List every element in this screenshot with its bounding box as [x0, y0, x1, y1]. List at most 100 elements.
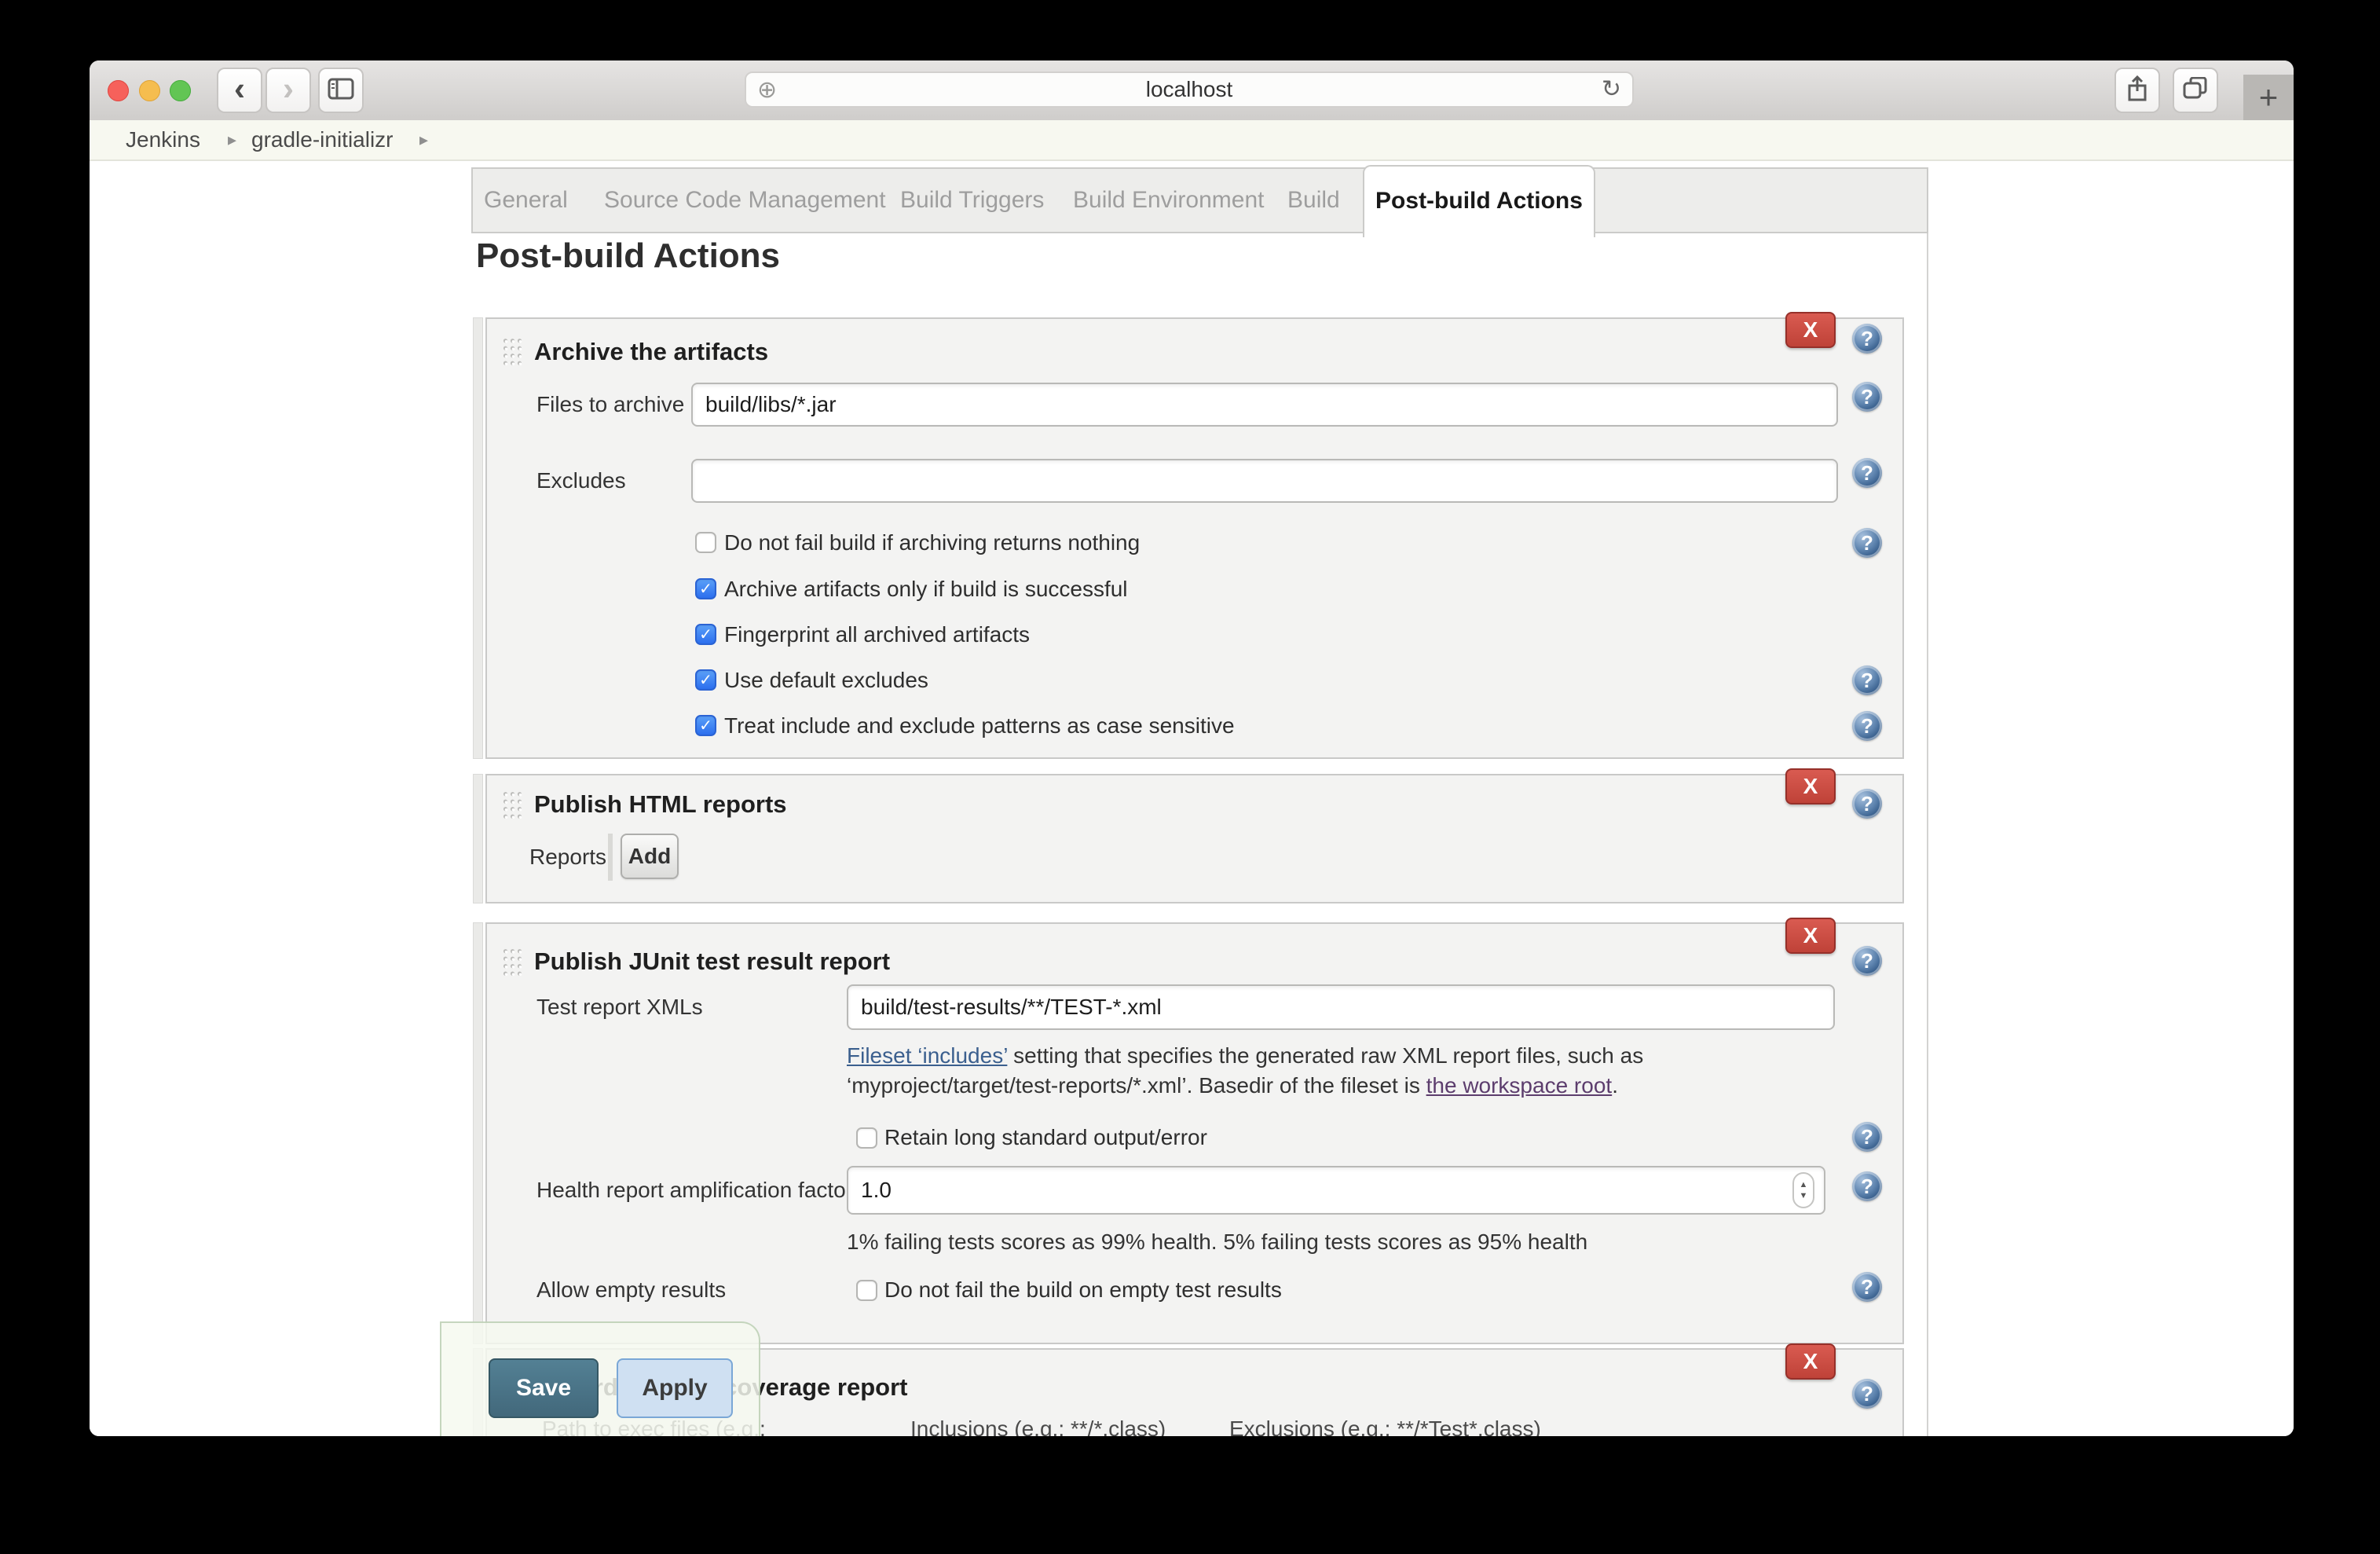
- description-text: .: [1612, 1073, 1618, 1098]
- breadcrumb-item-jenkins[interactable]: Jenkins: [126, 120, 200, 159]
- breadcrumb-separator-icon: ▸: [419, 120, 428, 159]
- close-window-button[interactable]: [108, 80, 129, 101]
- checkbox[interactable]: ✓: [856, 1280, 877, 1301]
- delete-section-button[interactable]: X: [1785, 768, 1836, 804]
- checkbox-label: Do not fail build if archiving returns n…: [724, 530, 1140, 555]
- column-header: Exclusions (e.g.: **/*Test*.class): [1229, 1417, 1541, 1436]
- field-label: Health report amplification factor: [536, 1166, 853, 1215]
- zoom-window-button[interactable]: [170, 80, 191, 101]
- add-report-button[interactable]: Add: [621, 834, 679, 879]
- files-to-archive-input[interactable]: build/libs/*.jar: [691, 383, 1838, 427]
- tab-source-code-management[interactable]: Source Code Management: [604, 169, 886, 232]
- reports-label: Reports: [529, 834, 606, 880]
- chevron-left-icon: ‹: [234, 72, 245, 105]
- help-icon[interactable]: ?: [1852, 528, 1882, 558]
- help-icon[interactable]: ?: [1852, 458, 1882, 488]
- address-bar[interactable]: ⊕ localhost ↻: [745, 71, 1634, 108]
- tab-build-triggers[interactable]: Build Triggers: [900, 169, 1044, 232]
- tab-build-environment[interactable]: Build Environment: [1073, 169, 1264, 232]
- repeatable-divider: [608, 834, 613, 881]
- url-text: localhost: [1146, 77, 1233, 102]
- field-label: Allow empty results: [536, 1275, 726, 1305]
- help-icon[interactable]: ?: [1852, 382, 1882, 412]
- test-report-xmls-input[interactable]: build/test-results/**/TEST-*.xml: [847, 984, 1835, 1030]
- tab-overview-button[interactable]: [2173, 68, 2218, 113]
- checkbox-label: Fingerprint all archived artifacts: [724, 622, 1030, 647]
- section-title: Archive the artifacts: [534, 337, 768, 367]
- breadcrumb: Jenkins ▸ gradle-initializr ▸: [90, 120, 2294, 161]
- checkbox-label: Use default excludes: [724, 668, 928, 693]
- section-title: Publish HTML reports: [534, 790, 787, 819]
- excludes-input[interactable]: [691, 459, 1838, 503]
- checkbox-label: Do not fail the build on empty test resu…: [884, 1277, 1282, 1303]
- check-icon: ✓: [697, 625, 715, 644]
- checkbox-label: Retain long standard output/error: [884, 1125, 1207, 1150]
- browser-window: ‹ › ⊕ localhost ↻ +: [90, 60, 2294, 1436]
- check-icon: ✓: [697, 580, 715, 599]
- help-icon[interactable]: ?: [1852, 1171, 1882, 1201]
- field-label: Files to archive: [536, 383, 684, 427]
- help-icon[interactable]: ?: [1852, 1379, 1882, 1409]
- reload-icon[interactable]: ↻: [1602, 75, 1621, 103]
- forward-button[interactable]: ›: [265, 68, 311, 113]
- save-bar: Save Apply: [440, 1321, 760, 1436]
- checkbox[interactable]: ✓: [695, 532, 716, 553]
- field-label: Excludes: [536, 459, 626, 503]
- drag-handle-icon[interactable]: [501, 789, 523, 820]
- health-help-text: 1% failing tests scores as 99% health. 5…: [847, 1230, 1587, 1255]
- delete-section-button[interactable]: X: [1785, 1343, 1836, 1380]
- delete-section-button[interactable]: X: [1785, 918, 1836, 954]
- help-icon[interactable]: ?: [1852, 1272, 1882, 1302]
- site-badge-icon: ⊕: [757, 76, 777, 104]
- browser-titlebar: ‹ › ⊕ localhost ↻ +: [90, 60, 2294, 122]
- back-button[interactable]: ‹: [217, 68, 262, 113]
- minimize-window-button[interactable]: [139, 80, 160, 101]
- chevron-right-icon: ›: [283, 72, 294, 105]
- checkbox[interactable]: ✓: [695, 624, 716, 645]
- checkbox[interactable]: ✓: [695, 669, 716, 691]
- drag-strip[interactable]: [473, 922, 483, 1344]
- section-title: Publish JUnit test result report: [534, 947, 890, 977]
- plus-icon: +: [2259, 79, 2279, 116]
- content-column-divider: [1927, 167, 1928, 1436]
- stepper-up-icon: ▲: [1800, 1179, 1808, 1190]
- drag-strip[interactable]: [473, 317, 483, 759]
- tabs-icon: [2183, 77, 2208, 104]
- page-title: Post-build Actions: [476, 236, 780, 276]
- drag-handle-icon[interactable]: [501, 946, 523, 977]
- config-tab-bar: General Source Code Management Build Tri…: [471, 167, 1928, 233]
- help-icon[interactable]: ?: [1852, 665, 1882, 695]
- tab-build[interactable]: Build: [1287, 169, 1340, 232]
- page-content: General Source Code Management Build Tri…: [90, 161, 2294, 1436]
- delete-section-button[interactable]: X: [1785, 312, 1836, 348]
- column-header: Inclusions (e.g.: **/*.class): [910, 1417, 1166, 1436]
- workspace-root-link[interactable]: the workspace root: [1426, 1073, 1613, 1098]
- help-icon[interactable]: ?: [1852, 789, 1882, 819]
- help-icon[interactable]: ?: [1852, 324, 1882, 354]
- share-button[interactable]: [2115, 68, 2160, 113]
- field-description: Fileset ‘includes’ setting that specifie…: [847, 1041, 1813, 1101]
- help-icon[interactable]: ?: [1852, 1122, 1882, 1152]
- sidebar-toggle-button[interactable]: [318, 68, 364, 113]
- checkbox[interactable]: ✓: [856, 1127, 877, 1149]
- drag-handle-icon[interactable]: [501, 335, 523, 367]
- health-amplification-input[interactable]: 1.0 ▲ ▼: [847, 1166, 1825, 1215]
- tab-general[interactable]: General: [484, 169, 568, 232]
- field-label: Test report XMLs: [536, 984, 703, 1030]
- help-icon[interactable]: ?: [1852, 946, 1882, 976]
- checkbox[interactable]: ✓: [695, 578, 716, 599]
- breadcrumb-separator-icon: ▸: [228, 120, 236, 159]
- new-tab-button[interactable]: +: [2243, 75, 2294, 120]
- checkbox[interactable]: ✓: [695, 715, 716, 736]
- help-icon[interactable]: ?: [1852, 711, 1882, 741]
- check-icon: ✓: [697, 717, 715, 735]
- tab-post-build-actions[interactable]: Post-build Actions: [1363, 165, 1595, 237]
- drag-strip[interactable]: [473, 774, 483, 903]
- number-stepper[interactable]: ▲ ▼: [1792, 1172, 1814, 1208]
- fileset-includes-link[interactable]: Fileset ‘includes’: [847, 1043, 1007, 1068]
- save-button[interactable]: Save: [489, 1358, 599, 1418]
- apply-button[interactable]: Apply: [617, 1358, 733, 1418]
- breadcrumb-item-job[interactable]: gradle-initializr: [251, 120, 394, 159]
- stepper-down-icon: ▼: [1800, 1190, 1808, 1201]
- sidebar-icon: [328, 78, 354, 104]
